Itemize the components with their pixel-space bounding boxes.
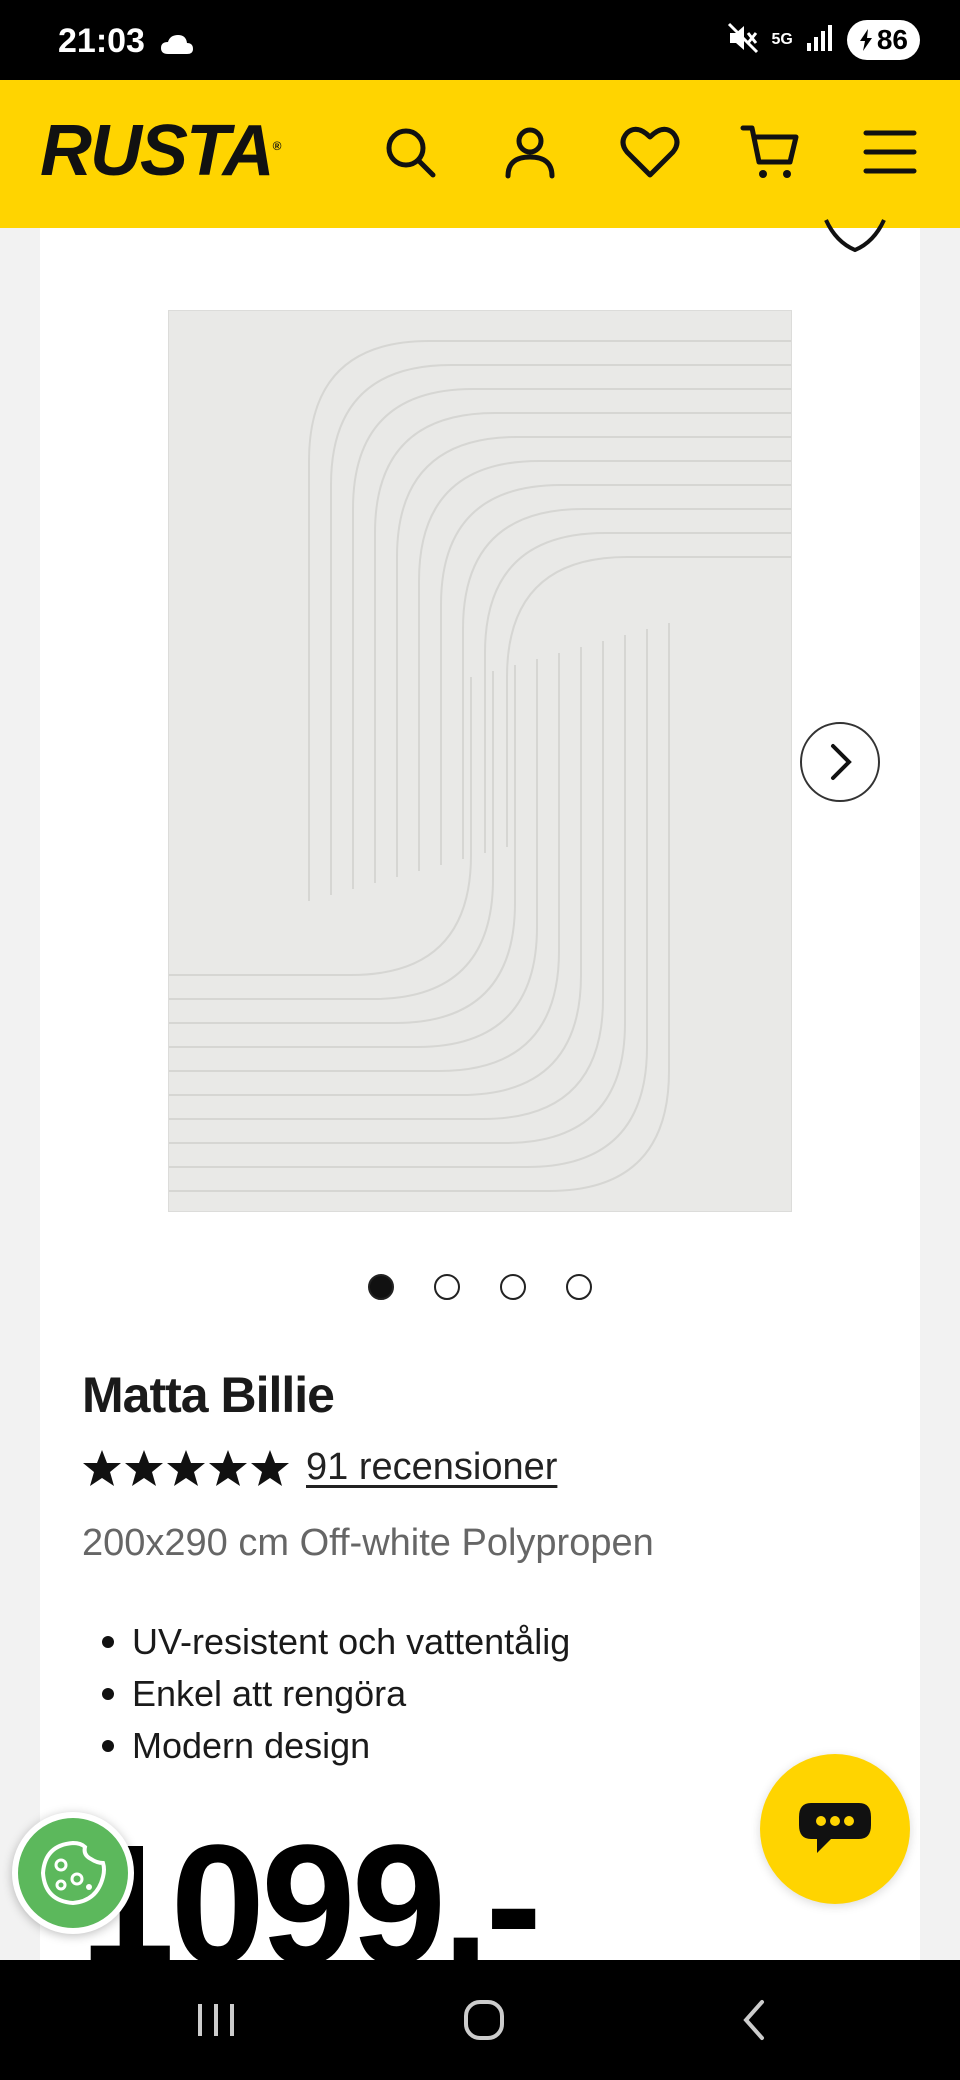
- product-card: Matta Billie 91 recensioner 200x290 cm O…: [40, 219, 920, 1960]
- star-icon: [209, 1449, 247, 1486]
- feature-item: UV-resistent och vattentålig: [82, 1616, 570, 1668]
- home-icon[interactable]: [444, 1990, 524, 2050]
- chat-button[interactable]: [760, 1754, 910, 1904]
- cookie-settings-button[interactable]: [12, 1812, 134, 1934]
- status-bar: 21:03 5G 86: [0, 0, 960, 80]
- site-header: RUSTA®: [0, 80, 960, 228]
- battery-level: 86: [876, 24, 908, 55]
- next-image-button[interactable]: [800, 722, 880, 802]
- image-pagination: [368, 1274, 592, 1300]
- menu-icon[interactable]: [858, 120, 922, 184]
- account-icon[interactable]: [498, 120, 562, 184]
- mute-icon: [726, 21, 760, 60]
- reviews-link[interactable]: 91 recensioner: [306, 1446, 557, 1489]
- star-icon: [83, 1449, 121, 1486]
- status-time: 21:03: [58, 22, 145, 60]
- chat-bubble-icon: [799, 1803, 871, 1853]
- pagination-dot-3[interactable]: [500, 1274, 526, 1300]
- feature-list: UV-resistent och vattentålig Enkel att r…: [82, 1616, 570, 1772]
- pagination-dot-2[interactable]: [434, 1274, 460, 1300]
- product-rating: 91 recensioner: [82, 1446, 557, 1489]
- star-icon: [251, 1449, 289, 1486]
- cart-icon[interactable]: [738, 120, 802, 184]
- product-image-rug[interactable]: [168, 310, 792, 1212]
- product-variant-description: 200x290 cm Off-white Polypropen: [82, 1522, 654, 1564]
- recent-apps-icon[interactable]: [176, 1990, 256, 2050]
- heart-icon[interactable]: [618, 120, 682, 184]
- battery-indicator: 86: [846, 20, 920, 60]
- cloud-icon: [160, 34, 194, 61]
- feature-item: Modern design: [82, 1720, 570, 1772]
- favorite-heart-icon[interactable]: [820, 214, 890, 274]
- rating-stars: [82, 1448, 290, 1488]
- search-icon[interactable]: [378, 120, 442, 184]
- star-icon: [167, 1449, 205, 1486]
- feature-item: Enkel att rengöra: [82, 1668, 570, 1720]
- cookie-icon: [40, 1840, 106, 1906]
- signal-icon: [805, 23, 835, 58]
- system-nav-bar: [0, 1960, 960, 2080]
- star-icon: [125, 1449, 163, 1486]
- status-icons: 5G 86: [726, 20, 920, 60]
- back-icon[interactable]: [714, 1990, 794, 2050]
- charging-icon: [859, 29, 872, 51]
- product-title: Matta Billie: [82, 1367, 335, 1423]
- chevron-right-icon: [831, 744, 852, 780]
- rusta-logo[interactable]: RUSTA®: [40, 110, 281, 192]
- network-badge: 5G: [771, 31, 793, 48]
- pagination-dot-4[interactable]: [566, 1274, 592, 1300]
- pagination-dot-1[interactable]: [368, 1274, 394, 1300]
